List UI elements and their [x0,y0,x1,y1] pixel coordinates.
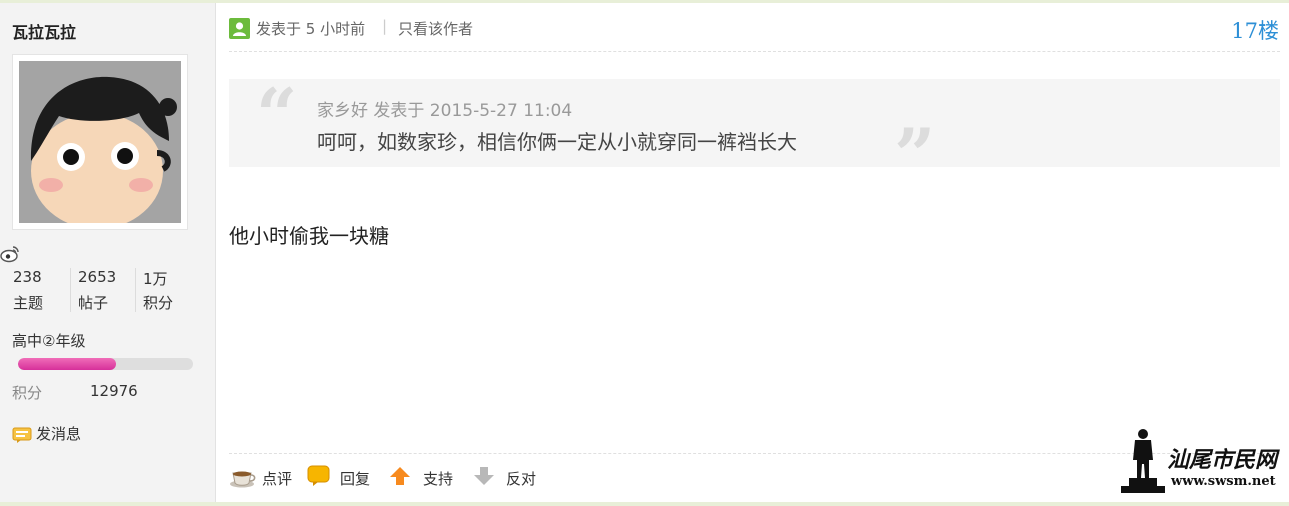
stat-label: 主题 [13,294,44,312]
send-message-label: 发消息 [36,425,82,443]
user-stats: 238 主题 2653 帖子 1万 积分 [0,266,205,314]
post-body: 他小时偷我一块糖 [229,224,389,248]
quote-block: “ 家乡好 发表于 2015-5-27 11:04 呵呵，如数家珍，相信你俩一定… [229,72,1280,191]
arrow-down-icon [474,467,494,485]
weibo-icon[interactable] [0,244,20,264]
user-level[interactable]: 高中②年级 [12,330,85,351]
support-label: 支持 [423,470,454,488]
reply-label: 回复 [340,470,371,488]
quote-text: 呵呵，如数家珍，相信你俩一定从小就穿同一裤裆长大 [317,130,797,154]
level-progress-fill [18,358,116,370]
stat-label: 积分 [143,294,174,312]
stat-value: 238 [13,268,42,286]
message-icon [12,427,32,443]
watermark-title: 汕尾市民网 [1167,447,1278,473]
stat-divider [135,268,136,312]
header-divider-line [229,51,1280,52]
reply-bubble-icon [307,465,330,486]
arrow-up-icon [390,467,410,485]
username[interactable]: 瓦拉瓦拉 [12,19,76,43]
send-message-link[interactable]: 发消息 [12,423,81,444]
level-progress-bar [18,358,193,370]
post-time: 发表于 5 小时前 [256,20,366,38]
stat-value: 2653 [78,268,117,286]
author-only-link[interactable]: 只看该作者 [398,18,473,39]
header-divider: | [382,17,388,35]
oppose-label: 反对 [506,470,537,488]
points-label: 积分 [12,384,43,402]
site-watermark: 汕尾市民网 www.swsm.net [1121,428,1281,498]
points-value: 12976 [90,382,138,400]
watermark-url: www.swsm.net [1171,474,1276,489]
open-quote-icon: “ [256,72,298,157]
user-sidebar: 瓦拉瓦拉 238 主题 2653 帖子 1万 积分 高中②年级 积分 12976… [0,3,216,502]
stat-label: 帖子 [78,294,109,312]
comment-cup-icon [230,471,256,488]
avatar[interactable] [12,54,188,230]
comment-label: 点评 [262,470,293,488]
stat-value: 1万 [143,270,168,288]
quote-meta: 家乡好 发表于 2015-5-27 11:04 [317,101,573,121]
stat-divider [70,268,71,312]
online-user-icon [229,18,250,39]
bottom-divider [0,502,1289,506]
close-quote-icon: ” [894,112,936,197]
floor-number[interactable]: 17楼 [1231,15,1279,45]
